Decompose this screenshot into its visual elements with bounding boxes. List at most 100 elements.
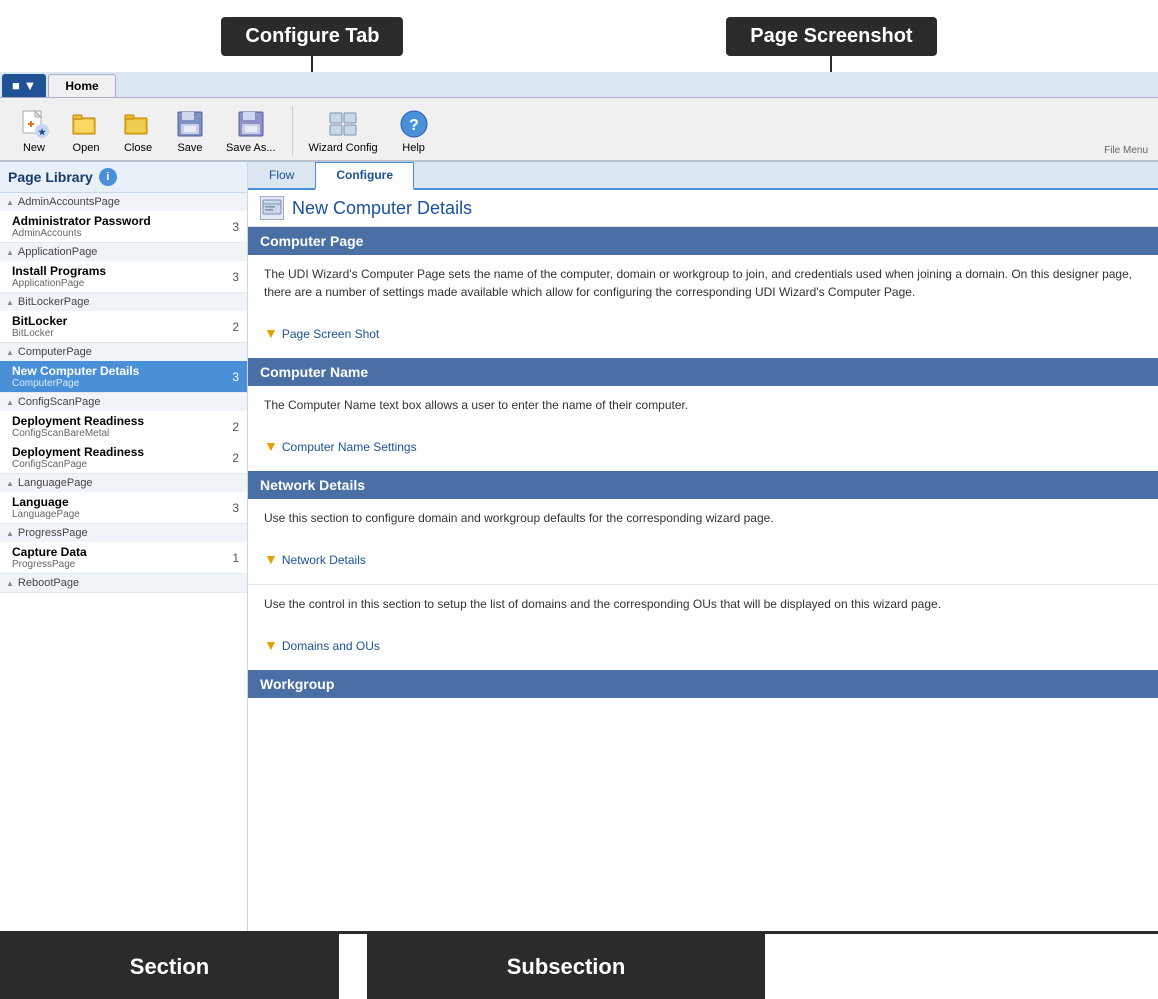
triangle-icon: ▲ xyxy=(6,348,14,357)
tab-configure[interactable]: Configure xyxy=(315,162,414,190)
section-description: Use this section to configure domain and… xyxy=(264,509,1142,527)
sidebar-group-header-adminaccountspage[interactable]: ▲ AdminAccountsPage xyxy=(0,193,247,211)
sidebar-item-bitlocker[interactable]: BitLocker BitLocker 2 xyxy=(0,311,247,342)
page-title-text: New Computer Details xyxy=(292,198,472,219)
section-header-network-details: Network Details xyxy=(248,471,1158,499)
subsection-link-network-details[interactable]: ▼ Network Details xyxy=(264,545,1142,574)
triangle-icon: ▲ xyxy=(6,579,14,588)
main-layout: Page Library i ▲ AdminAccountsPage Admin… xyxy=(0,161,1158,931)
subsection-link-domains-ous[interactable]: ▼ Domains and OUs xyxy=(264,631,1142,660)
sidebar-item-deployment-readiness-scan[interactable]: Deployment Readiness ConfigScanPage 2 xyxy=(0,442,247,473)
bottom-annotation-bar: Section Subsection xyxy=(0,931,1158,999)
save-as-label: Save As... xyxy=(226,142,276,154)
sidebar-group-header-computerpage[interactable]: ▲ ComputerPage xyxy=(0,343,247,361)
item-num: 3 xyxy=(225,501,239,515)
help-icon: ? xyxy=(398,108,430,140)
ribbon-wizard-config-button[interactable]: Wizard Config xyxy=(301,104,386,158)
item-name: Deployment Readiness xyxy=(12,445,221,459)
sidebar-item-deployment-readiness-baremetal[interactable]: Deployment Readiness ConfigScanBareMetal… xyxy=(0,411,247,442)
triangle-icon: ▲ xyxy=(6,479,14,488)
configure-tab-annotation: Configure Tab xyxy=(221,17,403,56)
sidebar-group-configscanpage: ▲ ConfigScanPage Deployment Readiness Co… xyxy=(0,393,247,474)
ribbon-menu-button[interactable]: ■ ▼ xyxy=(2,74,46,97)
sidebar-item-install-programs[interactable]: Install Programs ApplicationPage 3 xyxy=(0,261,247,292)
item-name: Install Programs xyxy=(12,264,221,278)
group-label: ConfigScanPage xyxy=(18,396,101,408)
item-name: Language xyxy=(12,495,221,509)
section-header-computer-page: Computer Page xyxy=(248,227,1158,255)
triangle-icon: ▲ xyxy=(6,398,14,407)
item-num: 3 xyxy=(225,370,239,384)
ribbon-body: ★ New Open Close xyxy=(0,98,1158,160)
group-label: ComputerPage xyxy=(18,346,92,358)
subsection-label: Computer Name Settings xyxy=(282,438,417,456)
sidebar-item-language[interactable]: Language LanguagePage 3 xyxy=(0,492,247,523)
ribbon-save-as-button[interactable]: Save As... xyxy=(218,104,284,158)
item-subname: ComputerPage xyxy=(12,378,221,389)
sidebar-group-rebootpage: ▲ RebootPage xyxy=(0,574,247,593)
sidebar-scroll[interactable]: ▲ AdminAccountsPage Administrator Passwo… xyxy=(0,193,247,931)
triangle-icon: ▲ xyxy=(6,198,14,207)
sidebar-group-adminaccountspage: ▲ AdminAccountsPage Administrator Passwo… xyxy=(0,193,247,243)
annotation-gap-2 xyxy=(765,934,1158,999)
new-icon: ★ xyxy=(18,108,50,140)
item-name: BitLocker xyxy=(12,314,221,328)
subsection-label: Page Screen Shot xyxy=(282,325,379,343)
item-subname: LanguagePage xyxy=(12,509,221,520)
subsection-label: Domains and OUs xyxy=(282,637,380,655)
svg-text:?: ? xyxy=(409,117,419,134)
wizard-config-label: Wizard Config xyxy=(309,142,378,154)
page-content: New Computer Details Computer Page The U… xyxy=(248,190,1158,931)
section-annotation-label: Section xyxy=(130,954,209,980)
sidebar-item-new-computer-details[interactable]: New Computer Details ComputerPage 3 xyxy=(0,361,247,392)
item-num: 2 xyxy=(225,320,239,334)
chevron-icon: ▼ xyxy=(264,323,278,344)
ribbon-open-button[interactable]: Open xyxy=(62,104,110,158)
section-body-domains: Use the control in this section to setup… xyxy=(248,584,1158,670)
ribbon-close-button[interactable]: Close xyxy=(114,104,162,158)
sidebar-info-icon[interactable]: i xyxy=(99,168,117,186)
subsection-annotation: Subsection xyxy=(367,934,765,999)
section-description: The Computer Name text box allows a user… xyxy=(264,396,1142,414)
item-subname: ApplicationPage xyxy=(12,278,221,289)
subsection-link-computer-name-settings[interactable]: ▼ Computer Name Settings xyxy=(264,432,1142,461)
svg-text:★: ★ xyxy=(38,127,47,137)
sidebar-group-header-bitlockerpage[interactable]: ▲ BitLockerPage xyxy=(0,293,247,311)
sidebar-group-header-languagepage[interactable]: ▲ LanguagePage xyxy=(0,474,247,492)
wizard-config-icon xyxy=(327,108,359,140)
section-header-workgroup: Workgroup xyxy=(248,670,1158,698)
tab-flow[interactable]: Flow xyxy=(248,162,315,188)
save-as-icon xyxy=(235,108,267,140)
ribbon-tabs: ■ ▼ Home xyxy=(0,72,1158,98)
sidebar: Page Library i ▲ AdminAccountsPage Admin… xyxy=(0,162,248,931)
sidebar-group-header-progresspage[interactable]: ▲ ProgressPage xyxy=(0,524,247,542)
section-body-computer-name: The Computer Name text box allows a user… xyxy=(248,386,1158,471)
sidebar-item-capture-data[interactable]: Capture Data ProgressPage 1 xyxy=(0,542,247,573)
sidebar-group-progresspage: ▲ ProgressPage Capture Data ProgressPage… xyxy=(0,524,247,574)
section-description: The UDI Wizard's Computer Page sets the … xyxy=(264,265,1142,301)
ribbon-new-button[interactable]: ★ New xyxy=(10,104,58,158)
page-title-icon xyxy=(260,196,284,220)
group-label: AdminAccountsPage xyxy=(18,196,120,208)
item-num: 1 xyxy=(225,551,239,565)
ribbon-tab-home[interactable]: Home xyxy=(48,74,115,97)
sidebar-group-header-rebootpage[interactable]: ▲ RebootPage xyxy=(0,574,247,592)
item-num: 2 xyxy=(225,451,239,465)
sidebar-group-header-applicationpage[interactable]: ▲ ApplicationPage xyxy=(0,243,247,261)
sidebar-group-computerpage: ▲ ComputerPage New Computer Details Comp… xyxy=(0,343,247,393)
triangle-icon: ▲ xyxy=(6,529,14,538)
group-label: BitLockerPage xyxy=(18,296,90,308)
item-subname: BitLocker xyxy=(12,328,221,339)
sidebar-item-administrator-password[interactable]: Administrator Password AdminAccounts 3 xyxy=(0,211,247,242)
group-label: RebootPage xyxy=(18,577,79,589)
sidebar-group-header-configscanpage[interactable]: ▲ ConfigScanPage xyxy=(0,393,247,411)
item-name: Deployment Readiness xyxy=(12,414,221,428)
sidebar-title: Page Library xyxy=(8,169,93,185)
ribbon-save-button[interactable]: Save xyxy=(166,104,214,158)
group-label: LanguagePage xyxy=(18,477,93,489)
ribbon-divider-1 xyxy=(292,106,293,156)
ribbon-help-button[interactable]: ? Help xyxy=(390,104,438,158)
annotation-gap-1 xyxy=(339,934,367,999)
subsection-link-page-screenshot[interactable]: ▼ Page Screen Shot xyxy=(264,319,1142,348)
open-icon xyxy=(70,108,102,140)
